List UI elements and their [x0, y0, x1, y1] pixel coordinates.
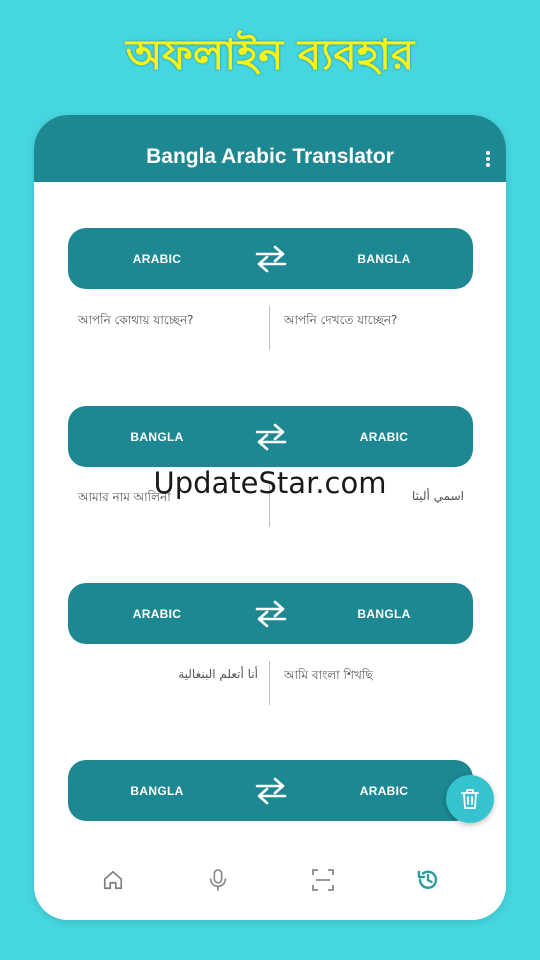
translation-pair-3: أنا أتعلم البنغالية আমি বাংলা শিখছি — [68, 661, 473, 711]
translated-text[interactable]: আমি বাংলা শিখছি — [284, 667, 464, 687]
trash-icon — [461, 789, 479, 809]
source-language-button[interactable]: BANGLA — [112, 430, 202, 444]
home-icon[interactable] — [93, 860, 133, 900]
source-text[interactable]: أنا أتعلم البنغالية — [68, 667, 258, 681]
source-language-button[interactable]: ARABIC — [112, 607, 202, 621]
target-language-button[interactable]: BANGLA — [339, 607, 429, 621]
app-screen: Bangla Arabic Translator ARABIC BANGLA আ… — [34, 115, 506, 920]
delete-history-button[interactable] — [446, 775, 494, 823]
microphone-icon[interactable] — [198, 860, 238, 900]
more-vert-icon[interactable] — [484, 151, 492, 167]
swap-arrows-icon[interactable] — [251, 594, 291, 634]
translated-text[interactable]: আপনি দেখতে যাচ্ছেন? — [284, 312, 464, 332]
language-bar-3: ARABIC BANGLA — [68, 583, 473, 644]
swap-arrows-icon[interactable] — [251, 239, 291, 279]
translation-pair-1: আপনি কোথায় যাচ্ছেন? আপনি দেখতে যাচ্ছেন? — [68, 306, 473, 356]
scan-icon[interactable] — [303, 860, 343, 900]
watermark: UpdateStar.com — [153, 466, 387, 500]
language-bar-1: ARABIC BANGLA — [68, 228, 473, 289]
language-bar-4: BANGLA ARABIC — [68, 760, 473, 821]
app-title: Bangla Arabic Translator — [146, 145, 394, 168]
divider — [269, 661, 270, 705]
language-bar-2: BANGLA ARABIC — [68, 406, 473, 467]
target-language-button[interactable]: ARABIC — [339, 784, 429, 798]
source-language-button[interactable]: BANGLA — [112, 784, 202, 798]
source-text[interactable]: আপনি কোথায় যাচ্ছেন? — [78, 312, 263, 332]
app-bar: Bangla Arabic Translator — [34, 115, 506, 182]
target-language-button[interactable]: ARABIC — [339, 430, 429, 444]
promo-banner: অফলাইন ব্যবহার — [125, 30, 415, 79]
source-language-button[interactable]: ARABIC — [112, 252, 202, 266]
swap-arrows-icon[interactable] — [251, 417, 291, 457]
swap-arrows-icon[interactable] — [251, 771, 291, 811]
bottom-navigation — [34, 860, 506, 900]
divider — [269, 306, 270, 350]
history-icon[interactable] — [408, 860, 448, 900]
target-language-button[interactable]: BANGLA — [339, 252, 429, 266]
